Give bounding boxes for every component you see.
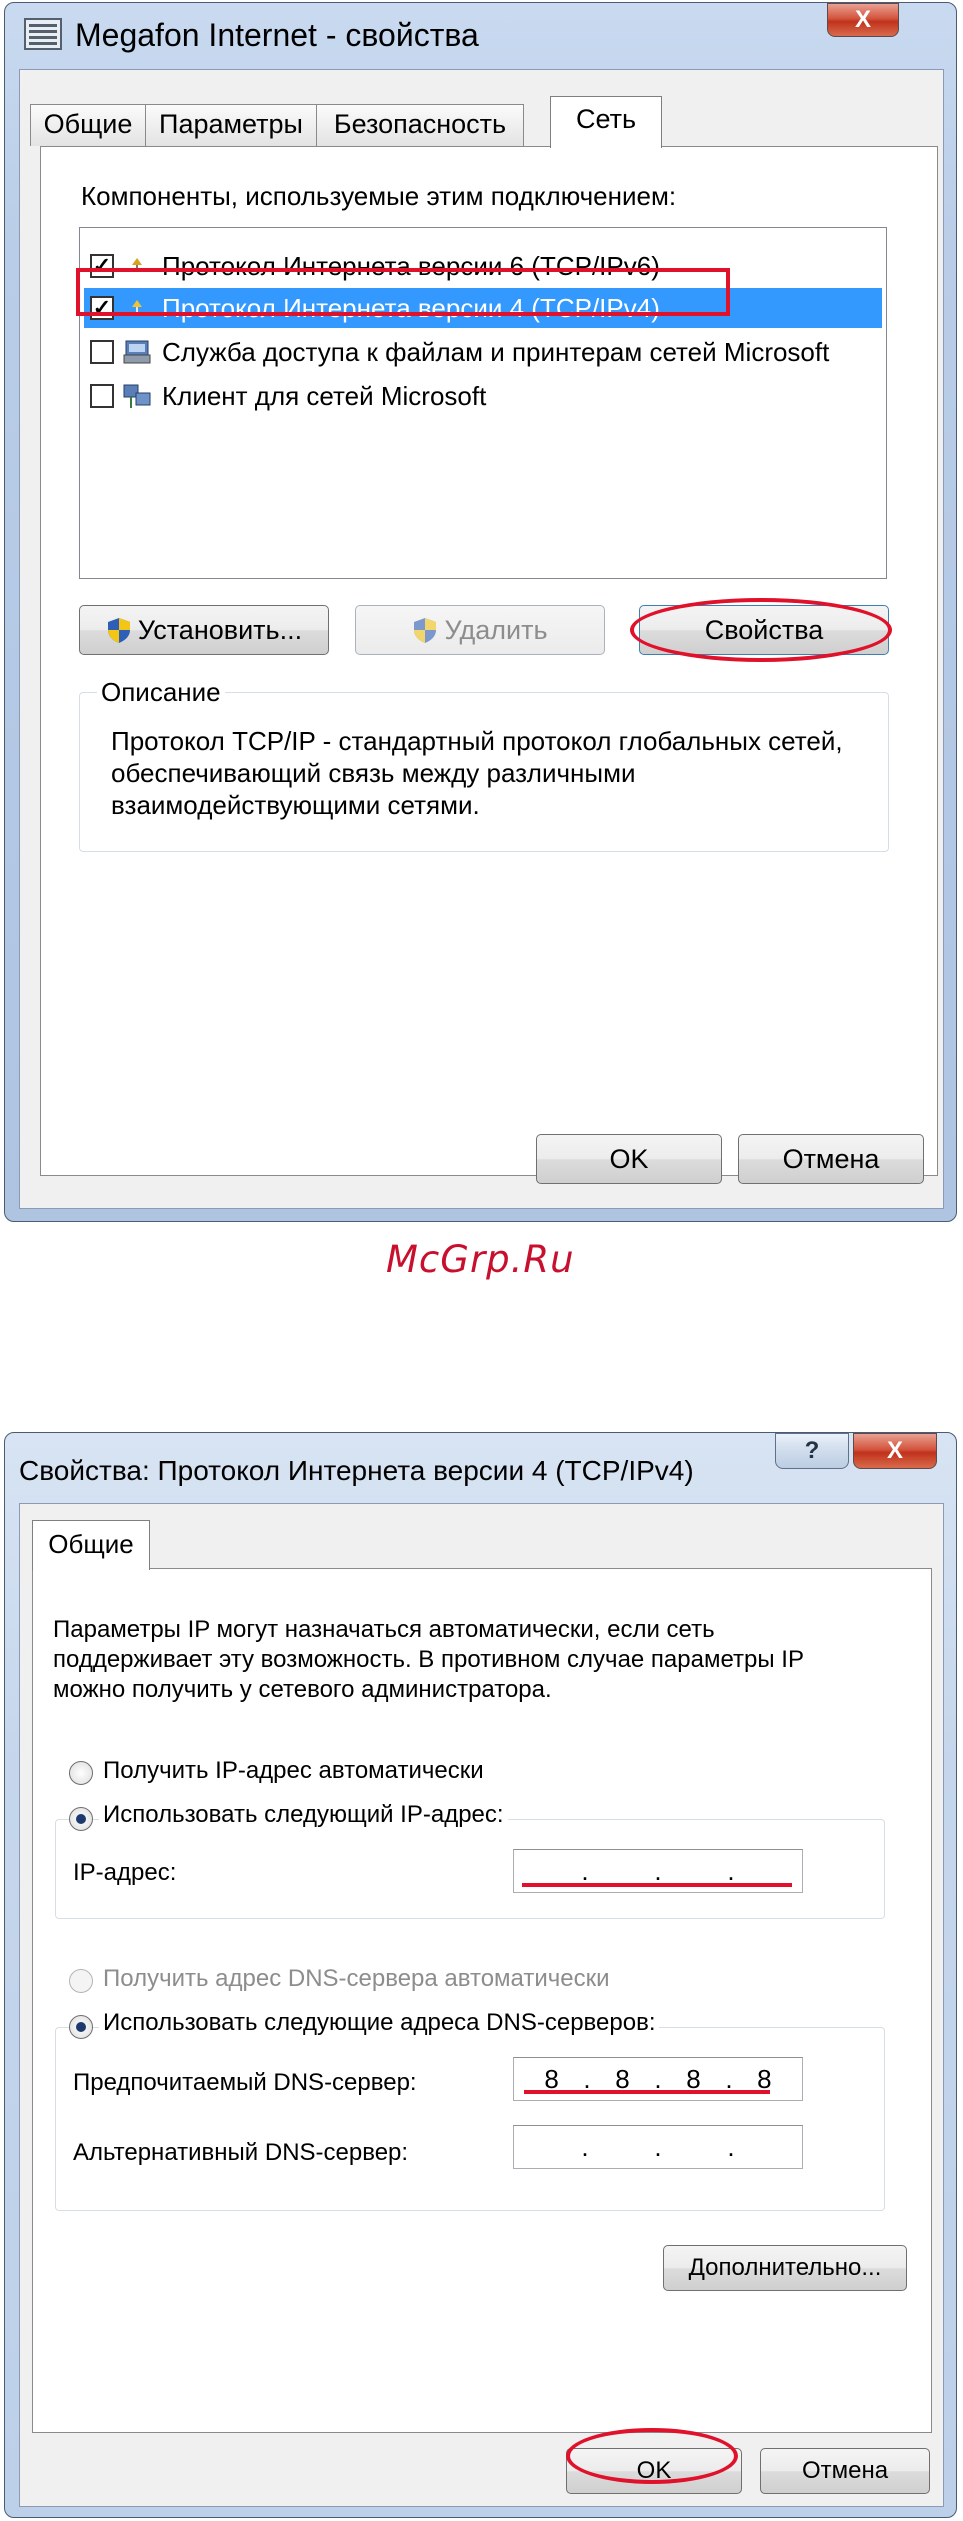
remove-button[interactable]: Удалить — [355, 605, 605, 655]
file-printer-sharing-icon — [122, 340, 152, 364]
network-client-icon — [122, 384, 152, 408]
file-printer-sharing-checkbox[interactable] — [90, 340, 114, 364]
alternate-dns-field[interactable]: . . . — [513, 2125, 803, 2169]
preferred-dns-label: Предпочитаемый DNS-сервер: — [73, 2069, 417, 2096]
components-label: Компоненты, используемые этим подключени… — [81, 181, 677, 211]
dns-manual-group — [55, 2027, 885, 2211]
cancel-label: Отмена — [801, 2457, 889, 2484]
dns-manual-radio[interactable] — [69, 2015, 93, 2039]
tab-general[interactable]: Общие — [32, 1520, 150, 1570]
intro-text: Параметры IP могут назначаться автоматич… — [53, 1616, 804, 1703]
cancel-button[interactable]: Отмена — [738, 1134, 924, 1184]
ms-client-checkbox[interactable] — [90, 384, 114, 408]
ipv4-properties-window: Свойства: Протокол Интернета версии 4 (T… — [4, 1432, 957, 2518]
shield-icon — [107, 618, 130, 643]
window-title: Свойства: Протокол Интернета версии 4 (T… — [19, 1455, 694, 1486]
title-bar[interactable]: Свойства: Протокол Интернета версии 4 (T… — [5, 1433, 956, 1499]
dialog-client-area: Общие Параметры IP могут назначаться авт… — [19, 1503, 944, 2507]
tab-options[interactable]: Параметры — [145, 104, 317, 146]
properties-highlight-ellipse — [630, 598, 892, 662]
list-item-ms-client[interactable]: Клиент для сетей Microsoft — [84, 376, 882, 416]
remove-label: Удалить — [444, 614, 548, 645]
help-icon: ? — [804, 1437, 820, 1464]
preferred-dns-underline — [524, 2090, 770, 2094]
tab-security[interactable]: Безопасность — [316, 104, 524, 146]
close-icon: X — [854, 6, 871, 33]
ip-auto-radio[interactable] — [69, 1761, 93, 1785]
shield-icon — [414, 618, 437, 643]
list-item-file-printer-sharing[interactable]: Служба доступа к файлам и принтерам сете… — [84, 332, 882, 372]
preferred-dns-field[interactable]: 8. 8. 8. 8 — [513, 2057, 803, 2101]
ok-label: OK — [609, 1143, 649, 1174]
advanced-button[interactable]: Дополнительно... — [663, 2245, 907, 2291]
file-printer-sharing-label: Служба доступа к файлам и принтерам сете… — [162, 336, 830, 367]
description-title: Описание — [97, 677, 225, 708]
dns-auto-radio[interactable] — [69, 1969, 93, 1993]
description-text: Протокол TCP/IP - стандартный протокол г… — [111, 726, 843, 820]
connection-window-icon — [24, 18, 62, 50]
general-tab-panel: Параметры IP могут назначаться автоматич… — [32, 1568, 932, 2433]
watermark-text: McGrp.Ru — [386, 1238, 575, 1281]
dns-manual-label[interactable]: Использовать следующие адреса DNS-сервер… — [99, 2009, 660, 2037]
title-bar[interactable]: Megafon Internet - свойства X — [5, 3, 956, 69]
dns-auto-label[interactable]: Получить адрес DNS-сервера автоматически — [103, 1965, 610, 1993]
alternate-dns-label: Альтернативный DNS-сервер: — [73, 2139, 409, 2166]
tab-network[interactable]: Сеть — [550, 96, 662, 148]
ip-manual-label[interactable]: Использовать следующий IP-адрес: — [99, 1801, 508, 1829]
cancel-button[interactable]: Отмена — [760, 2448, 930, 2494]
advanced-label: Дополнительно... — [688, 2254, 882, 2281]
close-icon: X — [886, 1437, 903, 1464]
close-button[interactable]: X — [827, 3, 899, 37]
ms-client-label: Клиент для сетей Microsoft — [162, 380, 487, 411]
ipv4-highlight-box — [76, 268, 730, 316]
tab-general[interactable]: Общие — [30, 104, 146, 146]
ok-highlight-ellipse — [566, 2428, 738, 2484]
install-button[interactable]: Установить... — [79, 605, 329, 655]
cancel-label: Отмена — [782, 1143, 880, 1174]
ok-button[interactable]: OK — [536, 1134, 722, 1184]
close-button[interactable]: X — [853, 1433, 937, 1469]
help-button[interactable]: ? — [775, 1433, 849, 1469]
install-label: Установить... — [137, 614, 303, 645]
window-title: Megafon Internet - свойства — [75, 17, 479, 53]
ip-address-label: IP-адрес: — [73, 1859, 177, 1886]
ip-manual-radio[interactable] — [69, 1807, 93, 1831]
ip-auto-label[interactable]: Получить IP-адрес автоматически — [103, 1757, 484, 1785]
ip-address-underline — [522, 1883, 792, 1887]
